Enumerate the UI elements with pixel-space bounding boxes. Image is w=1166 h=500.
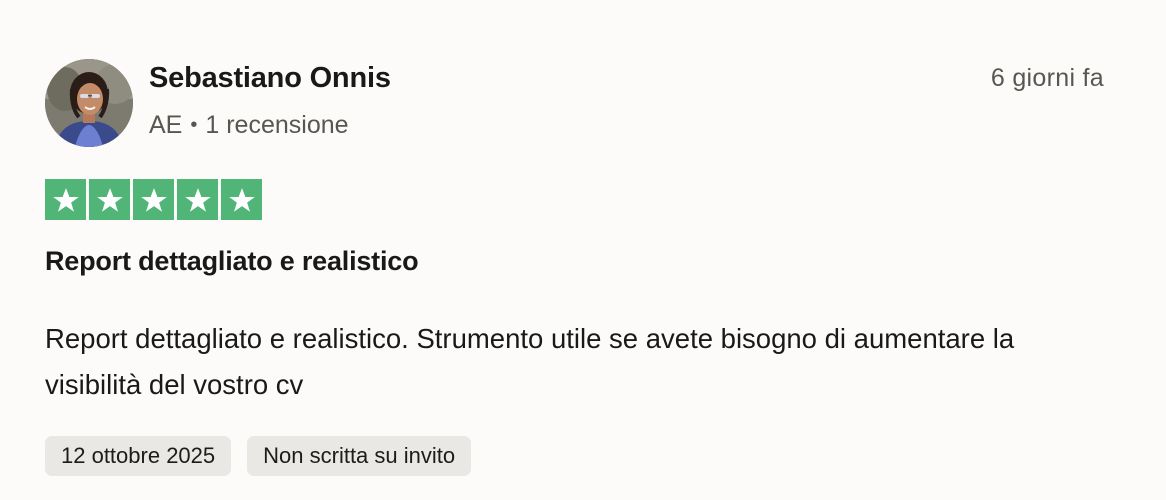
star-4: [177, 179, 218, 220]
review-body: Report dettagliato e realistico. Strumen…: [45, 323, 1015, 400]
author-meta: AE • 1 recensione: [149, 111, 349, 140]
review-time-ago: 6 giorni fa: [990, 64, 1104, 92]
star-3: [133, 179, 174, 220]
review-title: Report dettagliato e realistico: [45, 246, 419, 276]
star-icon: [52, 187, 79, 212]
author-country: AE: [149, 111, 183, 139]
review-chips: 12 ottobre 2025 Non scritta su invito: [45, 436, 472, 476]
star-icon: [184, 187, 211, 212]
invite-status-chip[interactable]: Non scritta su invito: [247, 436, 472, 476]
avatar[interactable]: [45, 59, 133, 147]
author-review-count[interactable]: 1 recensione: [205, 111, 348, 140]
author-name[interactable]: Sebastiano Onnis: [149, 62, 391, 95]
star-icon: [140, 187, 167, 212]
star-rating: [45, 179, 262, 220]
star-5: [221, 179, 262, 220]
avatar-photo-icon: [45, 59, 133, 147]
review-date-chip: 12 ottobre 2025: [45, 436, 232, 476]
star-2: [89, 179, 130, 220]
star-icon: [228, 187, 255, 212]
review-card: Sebastiano Onnis AE • 1 recensione 6 gio…: [0, 0, 1166, 500]
star-1: [45, 179, 86, 220]
meta-separator: •: [190, 114, 198, 136]
star-icon: [96, 187, 123, 212]
